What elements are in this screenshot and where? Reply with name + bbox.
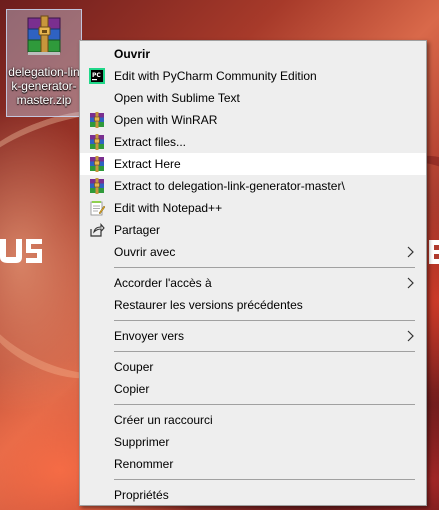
menu-item-open[interactable]: Ouvrir — [80, 43, 426, 65]
menu-item-label: Extract files... — [114, 135, 187, 149]
menu-item-label: Extract to delegation-link-generator-mas… — [114, 179, 345, 193]
desktop-file-label: delegation-link-generator-master.zip — [8, 65, 80, 107]
chevron-right-icon — [407, 330, 414, 342]
menu-item-share[interactable]: Partager — [80, 219, 426, 241]
menu-item-properties[interactable]: Propriétés — [80, 484, 426, 506]
winrar-archive-icon — [27, 15, 61, 55]
notepad-plus-plus-icon — [90, 201, 105, 216]
menu-item-open-sublime[interactable]: Open with Sublime Text — [80, 87, 426, 109]
menu-item-restore-versions[interactable]: Restaurer les versions précédentes — [80, 294, 426, 316]
menu-item-label: Envoyer vers — [114, 329, 185, 343]
menu-item-edit-pycharm[interactable]: PC Edit with PyCharm Community Edition — [80, 65, 426, 87]
menu-item-label: Supprimer — [114, 435, 170, 449]
menu-item-label: Renommer — [114, 457, 174, 471]
desktop-file-item[interactable]: delegation-link-generator-master.zip — [6, 9, 82, 117]
menu-item-rename[interactable]: Renommer — [80, 453, 426, 475]
menu-item-give-access[interactable]: Accorder l'accès à — [80, 272, 426, 294]
chevron-right-icon — [407, 246, 414, 258]
menu-item-label: Couper — [114, 360, 154, 374]
menu-separator — [80, 316, 426, 325]
menu-item-label: Accorder l'accès à — [114, 276, 212, 290]
menu-item-send-to[interactable]: Envoyer vers — [80, 325, 426, 347]
menu-item-open-winrar[interactable]: Open with WinRAR — [80, 109, 426, 131]
menu-item-extract-files[interactable]: Extract files... — [80, 131, 426, 153]
wallpaper-logo-fragment — [0, 239, 42, 263]
pycharm-icon: PC — [89, 68, 105, 84]
winrar-icon — [90, 156, 104, 172]
svg-text:PC: PC — [92, 72, 101, 79]
menu-separator — [80, 475, 426, 484]
menu-item-extract-here[interactable]: Extract Here — [80, 153, 426, 175]
menu-item-label: Propriétés — [114, 488, 169, 502]
menu-item-label: Edit with PyCharm Community Edition — [114, 69, 317, 83]
menu-item-label: Open with WinRAR — [114, 113, 218, 127]
share-icon — [90, 223, 105, 237]
menu-item-edit-notepadpp[interactable]: Edit with Notepad++ — [80, 197, 426, 219]
menu-item-label: Ouvrir avec — [114, 245, 176, 259]
menu-item-label: Open with Sublime Text — [114, 91, 240, 105]
wallpaper-logo-fragment-right — [429, 240, 439, 264]
menu-item-label: Extract Here — [114, 157, 181, 171]
menu-item-label: Edit with Notepad++ — [114, 201, 223, 215]
winrar-icon — [90, 134, 104, 150]
menu-item-extract-to-folder[interactable]: Extract to delegation-link-generator-mas… — [80, 175, 426, 197]
context-menu: Ouvrir PC Edit with PyCharm Community Ed… — [79, 40, 427, 506]
chevron-right-icon — [407, 277, 414, 289]
menu-separator — [80, 400, 426, 409]
menu-item-copy[interactable]: Copier — [80, 378, 426, 400]
menu-separator — [80, 263, 426, 272]
menu-item-label: Créer un raccourci — [114, 413, 213, 427]
menu-item-label: Partager — [114, 223, 161, 237]
menu-item-open-with[interactable]: Ouvrir avec — [80, 241, 426, 263]
menu-separator — [80, 347, 426, 356]
winrar-icon — [90, 112, 104, 128]
menu-item-label: Copier — [114, 382, 150, 396]
menu-item-cut[interactable]: Couper — [80, 356, 426, 378]
winrar-icon — [90, 178, 104, 194]
menu-item-label: Restaurer les versions précédentes — [114, 298, 303, 312]
menu-item-delete[interactable]: Supprimer — [80, 431, 426, 453]
menu-item-label: Ouvrir — [114, 47, 151, 61]
menu-item-create-shortcut[interactable]: Créer un raccourci — [80, 409, 426, 431]
